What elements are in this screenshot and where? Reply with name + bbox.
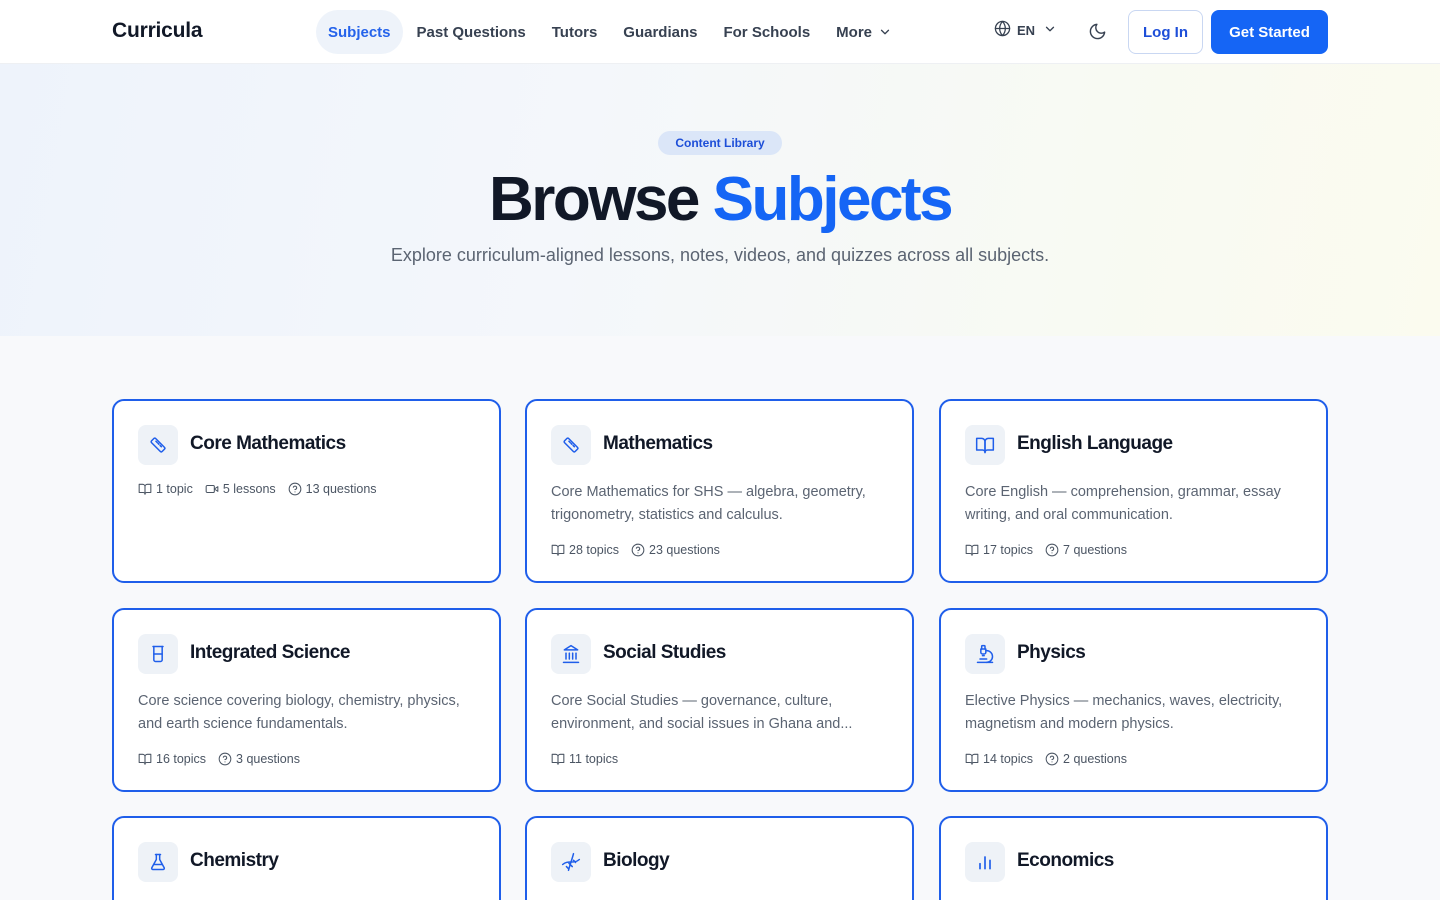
questions-count: 23 questions xyxy=(631,543,720,557)
book-icon xyxy=(551,544,565,556)
flask-icon xyxy=(138,842,178,882)
ruler-icon xyxy=(138,425,178,465)
language-selector[interactable]: EN xyxy=(994,20,1057,40)
subject-title: Core Mathematics xyxy=(190,433,346,454)
topics-count: 17 topics xyxy=(965,543,1033,557)
book-open-icon xyxy=(965,425,1005,465)
login-button[interactable]: Log In xyxy=(1128,10,1203,54)
subject-meta: 28 topics 23 questions xyxy=(551,543,732,557)
subject-card-biology[interactable]: Biology xyxy=(525,816,914,900)
subject-description: Core Mathematics for SHS — algebra, geom… xyxy=(551,484,866,523)
topics-count: 16 topics xyxy=(138,752,206,766)
nav-more[interactable]: More xyxy=(824,10,904,54)
subject-meta: 16 topics 3 questions xyxy=(138,752,312,766)
subject-title: Economics xyxy=(1017,850,1114,871)
nav-tutors[interactable]: Tutors xyxy=(540,10,610,54)
subject-meta: 11 topics xyxy=(551,752,630,766)
subject-description: Core science covering biology, chemistry… xyxy=(138,693,460,732)
book-icon xyxy=(965,544,979,556)
help-circle-icon xyxy=(288,482,302,496)
subject-card-mathematics[interactable]: Mathematics Core Mathematics for SHS — a… xyxy=(525,399,914,583)
subject-card-english-language[interactable]: English Language Core English — comprehe… xyxy=(939,399,1328,583)
subject-description: Core Social Studies — governance, cultur… xyxy=(551,693,853,732)
subject-card-economics[interactable]: Economics xyxy=(939,816,1328,900)
subject-meta: 17 topics 7 questions xyxy=(965,543,1139,557)
book-icon xyxy=(138,753,152,765)
title-subjects: Subjects xyxy=(712,165,954,234)
dna-icon xyxy=(551,842,591,882)
lessons-count: 5 lessons xyxy=(205,482,276,496)
ruler-icon xyxy=(551,425,591,465)
title-browse: Browse xyxy=(488,165,700,234)
subject-meta: 14 topics 2 questions xyxy=(965,752,1139,766)
help-circle-icon xyxy=(631,543,645,557)
main-nav: Subjects Past Questions Tutors Guardians… xyxy=(316,10,906,54)
subject-meta: 1 topic 5 lessons 13 questions xyxy=(138,482,389,496)
topics-count: 28 topics xyxy=(551,543,619,557)
subject-description: Core English — comprehension, grammar, e… xyxy=(965,484,1281,523)
subject-title: Biology xyxy=(603,850,670,871)
help-circle-icon xyxy=(1045,752,1059,766)
nav-more-label: More xyxy=(836,23,873,41)
bar-chart-icon xyxy=(965,842,1005,882)
page-title: Browse Subjects xyxy=(0,160,1440,240)
subject-card-integrated-science[interactable]: Integrated Science Core science covering… xyxy=(112,608,501,792)
subject-title: Chemistry xyxy=(190,850,279,871)
topics-count: 14 topics xyxy=(965,752,1033,766)
subject-title: Social Studies xyxy=(603,642,726,663)
top-navbar: Curricula Subjects Past Questions Tutors… xyxy=(0,0,1440,64)
subject-title: English Language xyxy=(1017,433,1173,454)
subject-card-chemistry[interactable]: Chemistry xyxy=(112,816,501,900)
questions-count: 2 questions xyxy=(1045,752,1127,766)
subject-title: Mathematics xyxy=(603,433,713,454)
microscope-icon xyxy=(965,634,1005,674)
questions-count: 13 questions xyxy=(288,482,377,496)
questions-count: 3 questions xyxy=(218,752,300,766)
subject-card-core-mathematics[interactable]: Core Mathematics 1 topic 5 lessons 13 qu… xyxy=(112,399,501,583)
topics-count: 1 topic xyxy=(138,482,193,496)
book-icon xyxy=(138,483,152,495)
nav-subjects[interactable]: Subjects xyxy=(316,10,403,54)
landmark-icon xyxy=(551,634,591,674)
get-started-button[interactable]: Get Started xyxy=(1211,10,1328,54)
content-library-badge: Content Library xyxy=(658,131,782,155)
subject-title: Integrated Science xyxy=(190,642,350,663)
book-icon xyxy=(551,753,565,765)
subject-card-social-studies[interactable]: Social Studies Core Social Studies — gov… xyxy=(525,608,914,792)
subject-description: Elective Physics — mechanics, waves, ele… xyxy=(965,693,1283,732)
subject-title: Physics xyxy=(1017,642,1086,663)
topics-count: 11 topics xyxy=(551,752,618,766)
help-circle-icon xyxy=(218,752,232,766)
nav-guardians[interactable]: Guardians xyxy=(611,10,709,54)
help-circle-icon xyxy=(1045,543,1059,557)
language-code: EN xyxy=(1017,22,1036,38)
logo[interactable]: Curricula xyxy=(112,19,203,43)
nav-past-questions[interactable]: Past Questions xyxy=(405,10,538,54)
globe-icon xyxy=(994,20,1011,40)
chevron-down-icon xyxy=(878,25,892,39)
chevron-down-icon xyxy=(1043,22,1057,39)
questions-count: 7 questions xyxy=(1045,543,1127,557)
video-icon xyxy=(205,484,219,494)
subject-card-physics[interactable]: Physics Elective Physics — mechanics, wa… xyxy=(939,608,1328,792)
page-subtitle: Explore curriculum-aligned lessons, note… xyxy=(390,245,1050,265)
nav-for-schools[interactable]: For Schools xyxy=(711,10,822,54)
moon-icon[interactable] xyxy=(1088,22,1107,46)
beaker-icon xyxy=(138,634,178,674)
book-icon xyxy=(965,753,979,765)
